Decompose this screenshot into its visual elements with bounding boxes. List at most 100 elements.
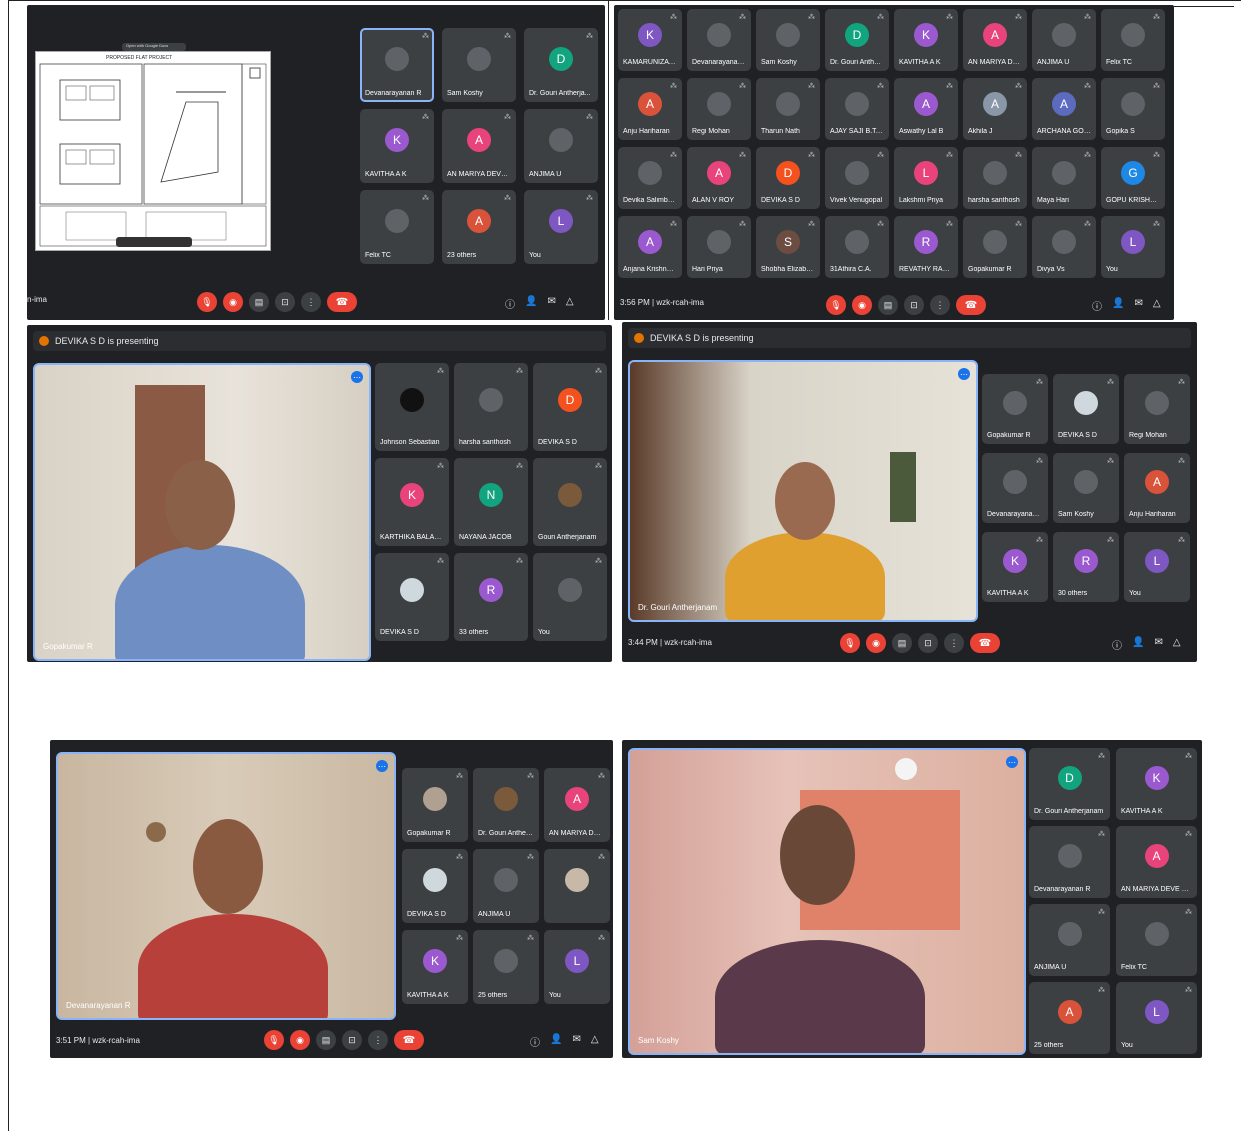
participant-tile[interactable]: A ⁂ ARCHANA GOPINA... [1032, 78, 1096, 140]
participant-tile[interactable]: ⁂ Gopakumar R [963, 216, 1027, 278]
participant-tile[interactable]: ⁂ harsha santhosh [454, 363, 528, 451]
captions-button[interactable]: ▤ [249, 292, 269, 312]
participant-tile[interactable]: ⁂ Hari Priya [687, 216, 751, 278]
participant-tile[interactable]: ⁂ ANJIMA U [524, 109, 598, 183]
camera-toggle-button[interactable]: ◉ [290, 1030, 310, 1050]
chat-icon[interactable]: ✉ [547, 296, 555, 311]
main-video-tile[interactable]: ⋯ Sam Koshy [628, 748, 1026, 1055]
participant-tile[interactable]: L ⁂ You [1124, 532, 1190, 602]
more-options-button[interactable]: ⋮ [368, 1030, 388, 1050]
participant-tile[interactable]: ⁂ [544, 849, 610, 923]
participant-tile[interactable]: R ⁂ REVATHY RADHAK... [894, 216, 958, 278]
participant-tile[interactable]: ⁂ Sam Koshy [756, 9, 820, 71]
participant-tile[interactable]: K ⁂ KAVITHA A K [894, 9, 958, 71]
activities-icon[interactable]: △ [566, 296, 574, 311]
participant-tile[interactable]: A ⁂ 23 others [442, 190, 516, 264]
participant-tile[interactable]: ⁂ You [533, 553, 607, 641]
participant-tile[interactable]: ⁂ Devanarayanan R [360, 28, 434, 102]
present-button[interactable]: ⊡ [918, 633, 938, 653]
mic-toggle-button[interactable]: 🎙 [840, 633, 860, 653]
participant-tile[interactable]: D ⁂ Dr. Gouri Antherjanam [1029, 748, 1110, 820]
participant-tile[interactable]: L ⁂ You [524, 190, 598, 264]
participant-tile[interactable]: ⁂ Devanarayanan R [1029, 826, 1110, 898]
more-icon[interactable]: ⋯ [1006, 756, 1018, 768]
participant-tile[interactable]: K ⁂ KAVITHA A K [1116, 748, 1197, 820]
participant-tile[interactable]: ⁂ Tharun Nath [756, 78, 820, 140]
participant-tile[interactable]: ⁂ Gouri Antherjanam [533, 458, 607, 546]
participant-tile[interactable]: ⁂ DEVIKA S D [1053, 374, 1119, 444]
captions-button[interactable]: ▤ [316, 1030, 336, 1050]
more-icon[interactable]: ⋯ [376, 760, 388, 772]
mic-toggle-button[interactable]: 🎙 [826, 295, 846, 315]
participant-tile[interactable]: ⁂ Gopakumar R [402, 768, 468, 842]
participant-tile[interactable]: ⁂ Sam Koshy [1053, 453, 1119, 523]
captions-button[interactable]: ▤ [892, 633, 912, 653]
chat-icon[interactable]: ✉ [1134, 298, 1142, 313]
participant-tile[interactable]: ⁂ Divya Vs [1032, 216, 1096, 278]
participant-tile[interactable]: ⁂ DEVIKA S D [402, 849, 468, 923]
more-options-button[interactable]: ⋮ [301, 292, 321, 312]
main-video-tile[interactable]: ⋯ Dr. Gouri Antherjanam [628, 360, 978, 622]
participant-tile[interactable]: K ⁂ KAVITHA A K [402, 930, 468, 1004]
participant-tile[interactable]: D ⁂ Dr. Gouri Antherja... [524, 28, 598, 102]
participant-tile[interactable]: ⁂ 31Athira C.A. [825, 216, 889, 278]
activities-icon[interactable]: △ [1153, 298, 1161, 313]
participant-tile[interactable]: L ⁂ You [1101, 216, 1165, 278]
camera-toggle-button[interactable]: ◉ [866, 633, 886, 653]
participant-tile[interactable]: L ⁂ You [544, 930, 610, 1004]
main-video-tile[interactable]: ⋯ Gopakumar R [33, 363, 371, 661]
participant-tile[interactable]: A ⁂ AN MARIYA DEVE ... [963, 9, 1027, 71]
participant-tile[interactable]: D ⁂ DEVIKA S D [533, 363, 607, 451]
more-icon[interactable]: ⋯ [351, 371, 363, 383]
participant-tile[interactable]: L ⁂ You [1116, 982, 1197, 1054]
participant-tile[interactable]: K ⁂ KAVITHA A K [360, 109, 434, 183]
participant-tile[interactable]: ⁂ ANJIMA U [1032, 9, 1096, 71]
leave-call-button[interactable]: ☎ [327, 292, 357, 312]
people-icon[interactable]: 👤 [1112, 298, 1124, 313]
participant-tile[interactable]: K ⁂ KAVITHA A K [982, 532, 1048, 602]
camera-toggle-button[interactable]: ◉ [852, 295, 872, 315]
present-button[interactable]: ⊡ [904, 295, 924, 315]
participant-tile[interactable]: A ⁂ Anju Hariharan [1124, 453, 1190, 523]
doc-open-button[interactable]: Open with Google Docs [122, 43, 186, 51]
participant-tile[interactable]: ⁂ Devanarayanan R [687, 9, 751, 71]
leave-call-button[interactable]: ☎ [970, 633, 1000, 653]
participant-tile[interactable]: A ⁂ Anjana Krishna KU [618, 216, 682, 278]
participant-tile[interactable]: ⁂ Sam Koshy [442, 28, 516, 102]
info-icon[interactable]: ⓘ [1112, 637, 1122, 652]
present-button[interactable]: ⊡ [275, 292, 295, 312]
info-icon[interactable]: ⓘ [1092, 298, 1102, 313]
participant-tile[interactable]: ⁂ ANJIMA U [1029, 904, 1110, 976]
participant-tile[interactable]: K ⁂ KARTHIKA BALAKR... [375, 458, 449, 546]
people-icon[interactable]: 👤 [525, 296, 537, 311]
participant-tile[interactable]: ⁂ Dr. Gouri Antherja... [473, 768, 539, 842]
participant-tile[interactable]: ⁂ Gopika S [1101, 78, 1165, 140]
participant-tile[interactable]: ⁂ ANJIMA U [473, 849, 539, 923]
participant-tile[interactable]: A ⁂ 25 others [1029, 982, 1110, 1054]
chat-icon[interactable]: ✉ [572, 1034, 580, 1049]
participant-tile[interactable]: ⁂ Johnson Sebastian [375, 363, 449, 451]
people-icon[interactable]: 👤 [1132, 637, 1144, 652]
more-options-button[interactable]: ⋮ [944, 633, 964, 653]
participant-tile[interactable]: ⁂ Devanarayanan R [982, 453, 1048, 523]
participant-tile[interactable]: R ⁂ 30 others [1053, 532, 1119, 602]
participant-tile[interactable]: ⁂ Regi Mohan [1124, 374, 1190, 444]
participant-tile[interactable]: A ⁂ AN MARIYA DEVE ... [442, 109, 516, 183]
camera-toggle-button[interactable]: ◉ [223, 292, 243, 312]
participant-tile[interactable]: A ⁂ ALAN V ROY [687, 147, 751, 209]
present-button[interactable]: ⊡ [342, 1030, 362, 1050]
participant-tile[interactable]: ⁂ Gopakumar R [982, 374, 1048, 444]
participant-tile[interactable]: G ⁂ GOPU KRISHNAN [1101, 147, 1165, 209]
doc-page-toolbar[interactable] [116, 237, 192, 247]
participant-tile[interactable]: ⁂ Felix TC [360, 190, 434, 264]
participant-tile[interactable]: A ⁂ AN MARIYA DEVE ... [544, 768, 610, 842]
captions-button[interactable]: ▤ [878, 295, 898, 315]
participant-tile[interactable]: ⁂ Felix TC [1101, 9, 1165, 71]
mic-toggle-button[interactable]: 🎙 [197, 292, 217, 312]
participant-tile[interactable]: ⁂ Devika Salimbabu [618, 147, 682, 209]
participant-tile[interactable]: ⁂ Maya Hari [1032, 147, 1096, 209]
info-icon[interactable]: ⓘ [505, 296, 515, 311]
more-options-button[interactable]: ⋮ [930, 295, 950, 315]
participant-tile[interactable]: A ⁂ Akhila J [963, 78, 1027, 140]
people-icon[interactable]: 👤 [550, 1034, 562, 1049]
